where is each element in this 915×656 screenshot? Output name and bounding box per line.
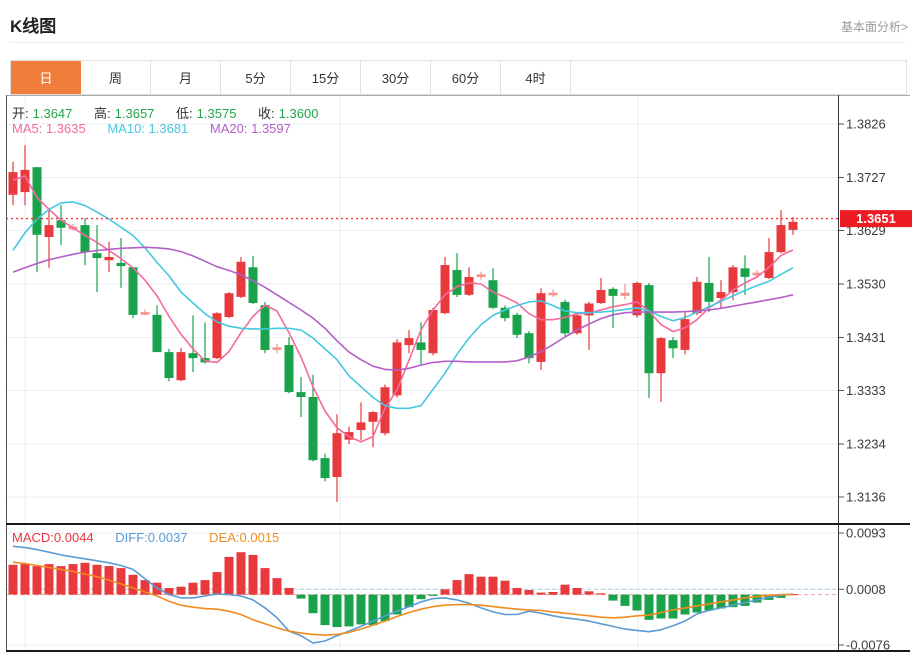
- svg-text:1.3651: 1.3651: [856, 211, 896, 226]
- candles-layer: [9, 145, 798, 502]
- ma5-legend: MA5: 1.3635: [12, 121, 86, 136]
- ma-legend: MA5: 1.3635 MA10: 1.3681 MA20: 1.3597: [12, 121, 295, 136]
- low-value: 1.3575: [197, 106, 237, 121]
- ma20-legend: MA20: 1.3597: [210, 121, 291, 136]
- svg-text:1.3136: 1.3136: [846, 490, 886, 505]
- svg-text:1.3333: 1.3333: [846, 383, 886, 398]
- current-price-badge: 1.3651: [840, 210, 912, 227]
- diff-value-legend: DIFF:0.0037: [115, 530, 187, 545]
- svg-text:1.3727: 1.3727: [846, 170, 886, 185]
- macd-value-legend: MACD:0.0044: [12, 530, 94, 545]
- close-value: 1.3600: [279, 106, 319, 121]
- dea-value-legend: DEA:0.0015: [209, 530, 279, 545]
- svg-text:0.0093: 0.0093: [846, 526, 886, 541]
- open-label: 开:: [12, 106, 29, 121]
- kline-chart: 1.38261.37271.36291.35301.34311.33331.32…: [0, 0, 915, 656]
- ma10-legend: MA10: 1.3681: [107, 121, 188, 136]
- svg-text:1.3826: 1.3826: [846, 117, 886, 132]
- high-value: 1.3657: [115, 106, 155, 121]
- high-label: 高:: [94, 106, 111, 121]
- svg-text:1.3530: 1.3530: [846, 277, 886, 292]
- ohlc-legend: 开: 1.3647 高: 1.3657 低: 1.3575 收: 1.3600: [12, 103, 322, 122]
- kline-page: K线图 基本面分析> 日周月5分15分30分60分4时 1.38261.3727…: [0, 0, 915, 656]
- close-label: 收:: [258, 106, 275, 121]
- macd-legend: MACD:0.0044 DIFF:0.0037 DEA:0.0015: [12, 530, 283, 545]
- svg-text:0.0008: 0.0008: [846, 582, 886, 597]
- svg-text:1.3431: 1.3431: [846, 330, 886, 345]
- low-label: 低:: [176, 106, 193, 121]
- svg-text:1.3234: 1.3234: [846, 437, 886, 452]
- open-value: 1.3647: [33, 106, 73, 121]
